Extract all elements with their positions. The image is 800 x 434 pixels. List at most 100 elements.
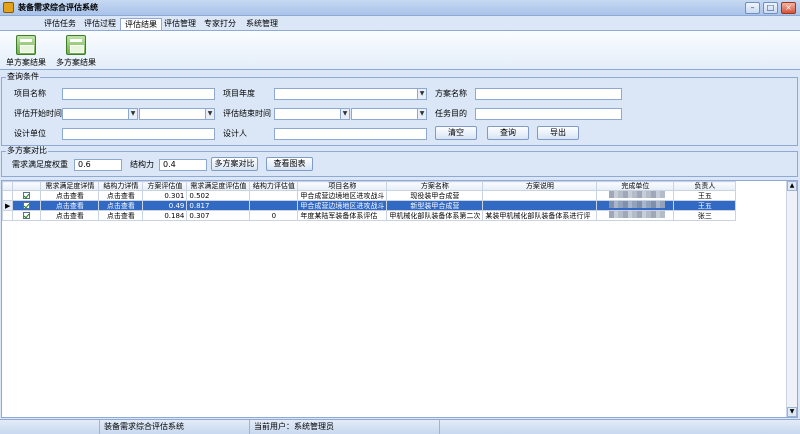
demand-detail-link[interactable]: 点击查看 xyxy=(40,210,100,221)
search-button[interactable]: 查询 xyxy=(487,126,529,140)
plan-name-label: 方案名称 xyxy=(435,89,467,98)
unit-cell xyxy=(596,190,675,201)
structure-value-cell xyxy=(249,200,299,211)
chevron-down-icon: ▼ xyxy=(340,109,349,119)
end-time-from-select[interactable]: ▼ xyxy=(274,108,350,120)
demand-detail-link[interactable]: 点击查看 xyxy=(40,200,100,211)
clear-button[interactable]: 清空 xyxy=(435,126,477,140)
menu-tabs: 评估任务 评估过程 评估结果 评估管理 专家打分 系统管理 xyxy=(0,16,800,30)
single-plan-result-button[interactable]: 单方案结果 xyxy=(0,33,52,69)
tab-system-manage[interactable]: 系统管理 xyxy=(242,18,282,30)
export-button[interactable]: 导出 xyxy=(537,126,579,140)
plan-desc-cell xyxy=(482,190,598,201)
tab-eval-result[interactable]: 评估结果 xyxy=(120,18,162,30)
maximize-button[interactable]: □ xyxy=(763,2,778,14)
row-indicator: ▶ xyxy=(2,200,14,211)
checkbox-header xyxy=(12,181,42,191)
end-time-to-select[interactable]: ▼ xyxy=(351,108,427,120)
redacted-unit xyxy=(609,211,666,218)
plan-desc-cell xyxy=(482,200,598,211)
row-indicator-header xyxy=(2,181,14,191)
multi-plan-result-label: 多方案结果 xyxy=(56,58,96,67)
unit-cell xyxy=(596,210,675,221)
scroll-up-icon[interactable]: ▲ xyxy=(787,181,797,191)
owner-cell: 张三 xyxy=(673,210,737,221)
tab-expert-score[interactable]: 专家打分 xyxy=(200,18,240,30)
ribbon: 单方案结果 多方案结果 xyxy=(0,30,800,70)
grid-header-row: 需求满足度详情 结构力详情 方案评估值 需求满足度评估值 结构力评估值 项目名称… xyxy=(2,181,737,191)
column-header[interactable]: 负责人 xyxy=(673,181,737,191)
designer-input[interactable] xyxy=(274,128,427,140)
column-header[interactable]: 方案名称 xyxy=(386,181,484,191)
demand-value-cell: 0.307 xyxy=(186,210,251,221)
minimize-button[interactable]: – xyxy=(745,2,760,14)
column-header[interactable]: 项目名称 xyxy=(297,181,388,191)
chevron-down-icon: ▼ xyxy=(128,109,137,119)
design-unit-input[interactable] xyxy=(62,128,215,140)
multi-compare-button[interactable]: 多方案对比 xyxy=(211,157,258,171)
plan-value-cell: 0.301 xyxy=(142,190,188,201)
plan-name-input[interactable] xyxy=(475,88,622,100)
result-table: 需求满足度详情 结构力详情 方案评估值 需求满足度评估值 结构力评估值 项目名称… xyxy=(2,181,737,221)
column-header[interactable]: 结构力评估值 xyxy=(249,181,299,191)
redacted-unit xyxy=(609,201,666,208)
result-grid: 需求满足度详情 结构力详情 方案评估值 需求满足度评估值 结构力评估值 项目名称… xyxy=(1,180,798,418)
app-icon xyxy=(3,2,14,13)
plan-name-cell: 甲机械化部队装备体系第二次 xyxy=(386,210,484,221)
close-button[interactable]: × xyxy=(781,2,796,14)
structure-detail-link[interactable]: 点击查看 xyxy=(98,210,144,221)
project-name-label: 项目名称 xyxy=(14,89,46,98)
table-row[interactable]: 点击查看 点击查看 0.301 0.502 甲合成营边境地区进攻战斗 现役装甲合… xyxy=(2,190,737,201)
column-header[interactable]: 完成单位 xyxy=(596,181,675,191)
project-name-cell: 年度某陆军装备体系评估 xyxy=(297,210,388,221)
start-time-from-select[interactable]: ▼ xyxy=(62,108,138,120)
column-header[interactable]: 结构力详情 xyxy=(98,181,144,191)
row-checkbox-cell[interactable] xyxy=(12,210,42,221)
row-indicator xyxy=(2,190,14,201)
column-header[interactable]: 需求满足度详情 xyxy=(40,181,100,191)
structure-detail-link[interactable]: 点击查看 xyxy=(98,200,144,211)
start-time-label: 评估开始时间 xyxy=(14,109,62,118)
tab-eval-process[interactable]: 评估过程 xyxy=(80,18,120,30)
plan-name-cell: 新型装甲合成营 xyxy=(386,200,484,211)
compare-group: 多方案对比 需求满足度权重 0.6 结构力 0.4 多方案对比 查看图表 xyxy=(1,146,798,177)
project-name-input[interactable] xyxy=(62,88,215,100)
multi-plan-result-button[interactable]: 多方案结果 xyxy=(50,33,102,69)
owner-cell: 王五 xyxy=(673,190,737,201)
plan-desc-cell: 某装甲机械化部队装备体系进行评 xyxy=(482,210,598,221)
row-checkbox[interactable] xyxy=(23,212,31,219)
grid-vertical-scrollbar[interactable]: ▲ ▼ xyxy=(786,181,797,417)
start-time-to-select[interactable]: ▼ xyxy=(139,108,215,120)
status-app-name: 装备需求综合评估系统 xyxy=(100,420,250,434)
row-checkbox[interactable] xyxy=(23,202,31,209)
owner-cell: 王五 xyxy=(673,200,737,211)
redacted-unit xyxy=(609,191,666,198)
report-icon xyxy=(66,35,86,55)
column-header[interactable]: 方案说明 xyxy=(482,181,598,191)
project-name-cell: 甲合成营边境地区进攻战斗 xyxy=(297,200,388,211)
tab-eval-manage[interactable]: 评估管理 xyxy=(160,18,200,30)
table-row[interactable]: 点击查看 点击查看 0.184 0.307 0 年度某陆军装备体系评估 甲机械化… xyxy=(2,210,737,221)
task-goal-input[interactable] xyxy=(475,108,622,120)
structure-detail-link[interactable]: 点击查看 xyxy=(98,190,144,201)
column-header[interactable]: 需求满足度评估值 xyxy=(186,181,251,191)
tab-eval-task[interactable]: 评估任务 xyxy=(40,18,80,30)
table-row[interactable]: ▶ 点击查看 点击查看 0.49 0.817 甲合成营边境地区进攻战斗 新型装甲… xyxy=(2,200,737,211)
demand-detail-link[interactable]: 点击查看 xyxy=(40,190,100,201)
structure-input[interactable]: 0.4 xyxy=(159,159,207,171)
scroll-down-icon[interactable]: ▼ xyxy=(787,407,797,417)
row-checkbox[interactable] xyxy=(23,192,31,199)
view-chart-button[interactable]: 查看图表 xyxy=(266,157,313,171)
chevron-down-icon: ▼ xyxy=(417,89,426,99)
column-header[interactable]: 方案评估值 xyxy=(142,181,188,191)
end-time-label: 评估结束时间 xyxy=(223,109,271,118)
plan-value-cell: 0.184 xyxy=(142,210,188,221)
project-year-select[interactable]: ▼ xyxy=(274,88,427,100)
row-checkbox-cell[interactable] xyxy=(12,200,42,211)
row-indicator xyxy=(2,210,14,221)
unit-cell xyxy=(596,200,675,211)
design-unit-label: 设计单位 xyxy=(14,129,46,138)
weight-input[interactable]: 0.6 xyxy=(74,159,122,171)
query-group-title: 查询条件 xyxy=(6,72,40,82)
row-checkbox-cell[interactable] xyxy=(12,190,42,201)
